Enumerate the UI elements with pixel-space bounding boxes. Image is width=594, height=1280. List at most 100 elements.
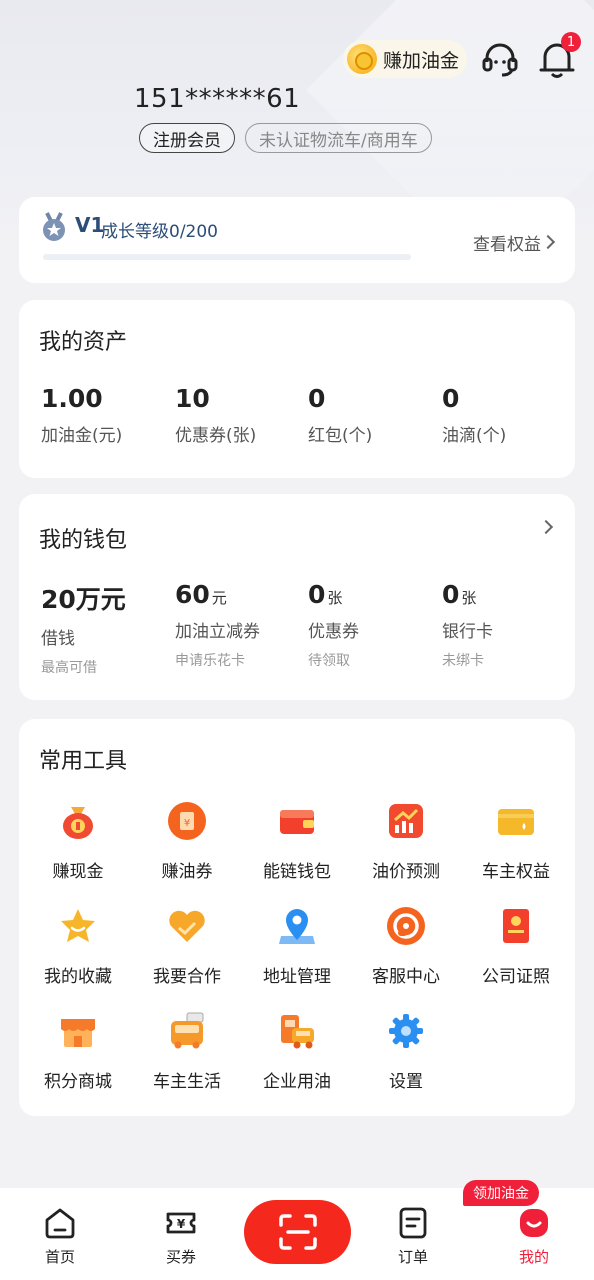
wallet-label: 优惠券 (308, 622, 359, 642)
tool-owner-life[interactable]: 车主生活 (137, 1011, 237, 1092)
tool-label: 地址管理 (263, 967, 331, 987)
wallet-item[interactable]: 60 元 加油立减券 申请乐花卡 (175, 580, 305, 670)
tab-home[interactable]: 首页 (20, 1206, 100, 1267)
money-bag-icon (63, 807, 93, 839)
shop-icon (61, 1019, 95, 1047)
wallet-label: 银行卡 (442, 622, 493, 642)
truck-icon (281, 1015, 314, 1049)
chevron-right-icon (538, 519, 554, 535)
bus-icon (171, 1012, 204, 1049)
tool-label: 设置 (389, 1072, 423, 1092)
vehicle-auth-tag[interactable]: 未认证物流车/商用车 (245, 123, 432, 153)
tool-label: 公司证照 (482, 967, 550, 987)
tab-label: 我的 (518, 1248, 549, 1266)
tool-favorites[interactable]: 我的收藏 (28, 906, 128, 987)
support-icon (387, 907, 425, 945)
wallet-sub: 待领取 (308, 653, 350, 669)
tool-support[interactable]: 客服中心 (356, 906, 456, 987)
promo-badge[interactable]: 领加油金 (463, 1180, 539, 1206)
svg-text:¥: ¥ (177, 1217, 186, 1231)
wallet-value: 20万元 (41, 585, 126, 614)
tool-oil-price[interactable]: 油价预测 (356, 801, 456, 882)
member-tag[interactable]: 注册会员 (139, 123, 235, 153)
tool-label: 赚现金 (52, 862, 104, 882)
tool-earn-cash[interactable]: 赚现金 (28, 801, 128, 882)
view-rights-link[interactable]: 查看权益 (473, 230, 541, 255)
chevron-right-icon (540, 234, 556, 250)
asset-label: 优惠券(张) (175, 426, 257, 446)
card-icon (498, 809, 534, 835)
tool-label: 能链钱包 (263, 862, 331, 882)
tab-label: 买券 (165, 1248, 196, 1266)
tool-label: 我要合作 (153, 967, 221, 987)
earn-fuel-gold-label: 赚加油金 (383, 49, 460, 72)
customer-service-icon[interactable] (480, 40, 520, 80)
wallet-unit: 元 (211, 589, 227, 607)
asset-value: 0 (308, 384, 326, 413)
earn-fuel-gold-button[interactable]: 赚加油金 (343, 40, 467, 78)
wallet-unit: 张 (327, 589, 343, 607)
tool-address[interactable]: 地址管理 (247, 906, 347, 987)
tab-label: 订单 (397, 1248, 428, 1266)
asset-item[interactable]: 10 优惠券(张) (175, 384, 305, 446)
coupon-icon: ¥ (168, 802, 206, 840)
tool-label: 企业用油 (263, 1072, 331, 1092)
scan-button[interactable] (244, 1200, 351, 1264)
tool-license[interactable]: 公司证照 (466, 906, 566, 987)
asset-label: 油滴(个) (442, 426, 507, 446)
star-icon (61, 909, 95, 942)
my-wallet-card[interactable]: 我的钱包 20万元 借钱 最高可借 60 元 加油立减券 申请乐花卡 0张 优惠券… (19, 494, 575, 700)
tool-label: 车主生活 (153, 1072, 221, 1092)
wallet-value: 60 (175, 580, 210, 609)
notification-badge: 1 (561, 32, 581, 52)
order-icon (399, 1207, 427, 1239)
wallet-sub: 最高可借 (41, 660, 97, 676)
svg-text:¥: ¥ (184, 818, 190, 829)
tool-wallet[interactable]: 能链钱包 (247, 801, 347, 882)
tool-enterprise-fuel[interactable]: 企业用油 (247, 1011, 347, 1092)
level-progress-bar (43, 254, 411, 260)
wallet-icon (280, 810, 314, 834)
asset-label: 红包(个) (308, 426, 373, 446)
tool-cooperate[interactable]: 我要合作 (137, 906, 237, 987)
wallet-unit: 张 (461, 589, 477, 607)
tool-points-mall[interactable]: 积分商城 (28, 1011, 128, 1092)
tool-label: 积分商城 (44, 1072, 112, 1092)
tab-buy-coupon[interactable]: ¥ 买券 (141, 1206, 221, 1267)
tools-title: 常用工具 (39, 749, 128, 774)
profile-icon (520, 1209, 548, 1237)
license-icon (503, 909, 529, 943)
asset-value: 0 (442, 384, 460, 413)
wallet-sub: 申请乐花卡 (175, 653, 245, 669)
asset-item[interactable]: 1.00 加油金(元) (41, 384, 171, 446)
tool-earn-coupon[interactable]: ¥ 赚油券 (137, 801, 237, 882)
wallet-item[interactable]: 0张 优惠券 待领取 (308, 580, 438, 670)
home-icon (45, 1208, 75, 1239)
tool-label: 我的收藏 (44, 967, 112, 987)
tool-label: 油价预测 (372, 862, 440, 882)
tab-orders[interactable]: 订单 (373, 1206, 453, 1267)
tool-settings[interactable]: 设置 (356, 1011, 456, 1092)
asset-value: 10 (175, 384, 210, 413)
ticket-icon: ¥ (166, 1212, 196, 1234)
my-assets-card: 我的资产 1.00 加油金(元) 10 优惠券(张) 0 红包(个) 0 油滴(… (19, 300, 575, 478)
wallet-value: 0 (442, 580, 460, 609)
tool-label: 车主权益 (482, 862, 550, 882)
location-icon (279, 909, 315, 944)
wallet-item[interactable]: 0张 银行卡 未绑卡 (442, 580, 572, 670)
handshake-icon (169, 910, 205, 942)
wallet-item[interactable]: 20万元 借钱 最高可借 (41, 580, 171, 677)
growth-level-card[interactable]: V1 成长等级0/200 查看权益 (19, 197, 575, 283)
asset-value: 1.00 (41, 384, 103, 413)
tool-label: 客服中心 (372, 967, 440, 987)
asset-item[interactable]: 0 油滴(个) (442, 384, 572, 446)
tool-label: 赚油券 (161, 862, 213, 882)
level-tier: V1 (75, 213, 105, 237)
gear-icon (389, 1014, 423, 1048)
asset-item[interactable]: 0 红包(个) (308, 384, 438, 446)
tab-profile[interactable]: 我的 (494, 1206, 574, 1267)
asset-label: 加油金(元) (41, 426, 123, 446)
wallet-label: 借钱 (41, 629, 75, 649)
wallet-value: 0 (308, 580, 326, 609)
tool-owner-rights[interactable]: 车主权益 (466, 801, 566, 882)
